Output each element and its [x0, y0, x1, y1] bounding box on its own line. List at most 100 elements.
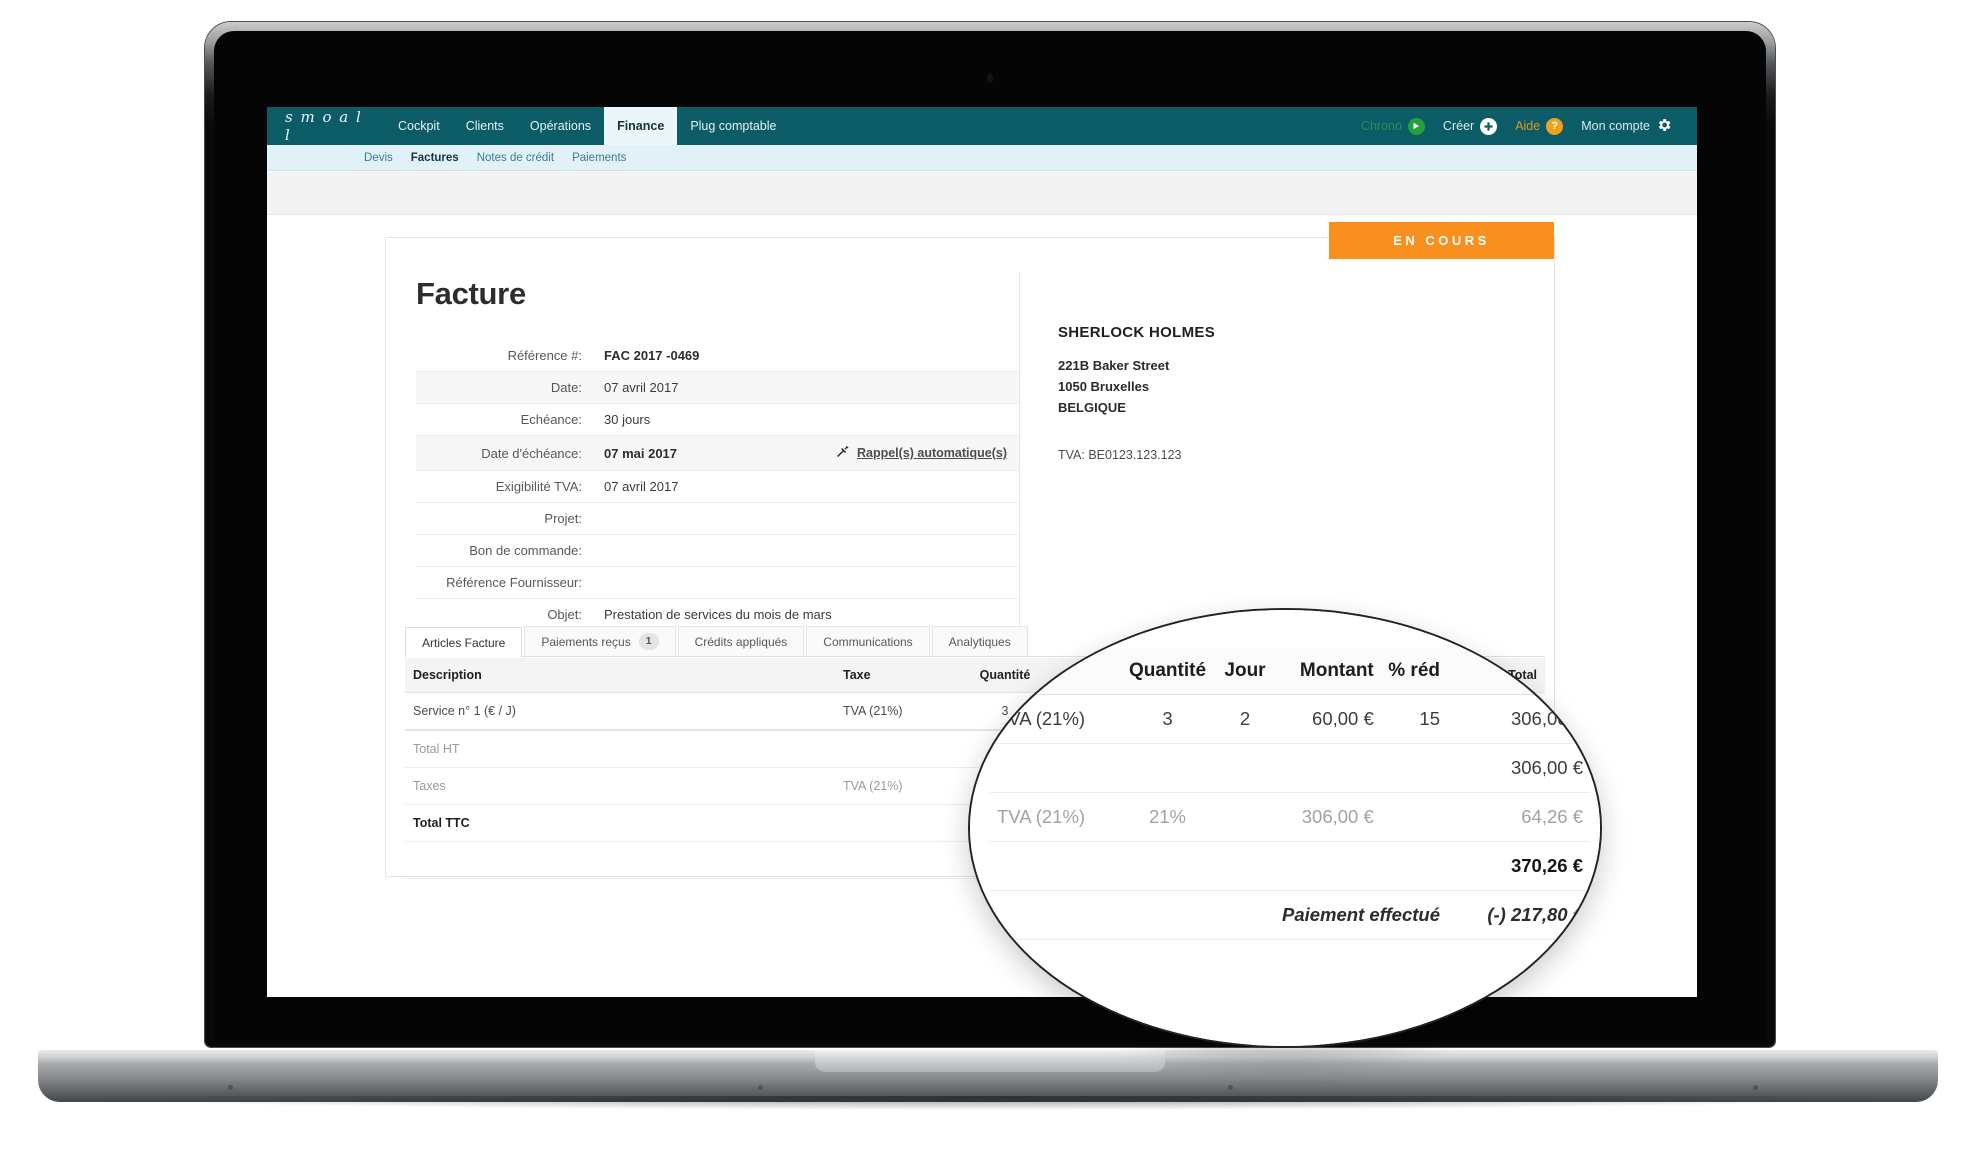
sub-navigation-bar: Devis Factures Notes de crédit Paiements — [267, 145, 1697, 171]
nav-item-finance[interactable]: Finance — [604, 107, 678, 145]
base-dot-2 — [758, 1085, 763, 1090]
screenshot-stage: s m o a l l Cockpit Clients Opérations F… — [0, 0, 1980, 1156]
question-icon: ? — [1546, 117, 1564, 135]
field-value-projet[interactable] — [588, 503, 1019, 535]
magnified-payment-label: Paiement effectué — [1275, 890, 1447, 940]
subnav-item-paiements[interactable]: Paiements — [563, 152, 635, 164]
magnified-col-montant: Montant — [1275, 648, 1381, 695]
field-label-exigibilite-tva: Exigibilité TVA: — [495, 479, 582, 494]
field-label-date-echeance: Date d'échéance: — [481, 445, 582, 461]
magnified-grandtotal-blank-4 — [1275, 841, 1381, 891]
field-label-bon-de-commande: Bon de commande: — [469, 543, 582, 558]
subnav-item-factures[interactable]: Factures — [402, 152, 468, 164]
magnified-tax-rate: 21% — [1120, 792, 1215, 842]
field-label-reference-fournisseur: Référence Fournisseur: — [446, 575, 582, 590]
base-dot-4 — [1753, 1085, 1758, 1090]
tab-label-paiements-recus: Paiements reçus — [541, 634, 631, 649]
magnified-tax-label: TVA (21%) — [990, 792, 1120, 842]
gear-icon — [1656, 117, 1672, 136]
magnified-col-total: Total — [1447, 648, 1590, 695]
summary-taxe-taxes: TVA (21%) — [835, 767, 955, 805]
base-dot-1 — [228, 1085, 233, 1090]
magnified-subtotal-blank-3 — [1215, 743, 1275, 793]
tab-articles-facture[interactable]: Articles Facture — [405, 627, 523, 657]
summary-label-paiement — [405, 841, 835, 879]
client-address: 221B Baker Street 1050 Bruxelles BELGIQU… — [1058, 355, 1554, 418]
field-row-date-echeance: Date d'échéance: 07 mai 2017 Rappel(s) a… — [416, 435, 1019, 471]
tab-label-communications: Communications — [823, 634, 913, 649]
magnified-cell-total: 306,00 € — [1447, 694, 1590, 744]
magnified-grandtotal-blank-1 — [990, 841, 1120, 891]
field-row-projet: Projet: — [416, 503, 1019, 535]
automatic-reminder-link[interactable]: Rappel(s) automatique(s) — [835, 444, 1013, 462]
magnified-col-reduction: % réd — [1380, 648, 1447, 695]
magnified-payment-blank-2 — [1120, 890, 1215, 940]
magnified-col-quantite: Quantité — [1120, 648, 1215, 695]
magnified-grandtotal-blank-3 — [1215, 841, 1275, 891]
help-button[interactable]: Aide ? — [1506, 117, 1572, 135]
reminder-link-text[interactable]: Rappel(s) automatique(s) — [857, 446, 1007, 460]
field-value-reference: FAC 2017 -0469 — [604, 348, 700, 363]
tab-communications[interactable]: Communications — [806, 626, 930, 656]
magnifier-lens: Taxe Quantité Jour Montant % réd Total T… — [968, 608, 1602, 1048]
magnified-cell-montant: 60,00 € — [1275, 694, 1381, 744]
summary-label-total-ttc: Total TTC — [405, 804, 835, 842]
magnified-col-jour: Jour — [1215, 648, 1275, 695]
status-badge: EN COURS — [1329, 222, 1554, 259]
client-address-line-3: BELGIQUE — [1058, 400, 1126, 416]
toolbar-strip — [267, 172, 1697, 215]
magnified-subtotal-blank-4 — [1275, 743, 1381, 793]
hammer-icon — [835, 444, 850, 462]
nav-item-operations[interactable]: Opérations — [517, 107, 604, 145]
field-label-echeance: Echéance: — [520, 412, 582, 427]
col-header-description: Description — [405, 658, 835, 693]
magnified-cell-reduction: 15 — [1380, 694, 1447, 744]
magnified-subtotal-blank-1 — [990, 743, 1120, 793]
tab-label-credits-appliques: Crédits appliqués — [694, 634, 788, 649]
base-dot-3 — [1228, 1085, 1233, 1090]
account-button[interactable]: Mon compte — [1572, 117, 1681, 136]
magnified-grandtotal-blank-5 — [1380, 841, 1447, 891]
invoice-details-column: Facture Référence #: FAC 2017 -0469 Date… — [386, 238, 1019, 652]
tab-credits-appliques[interactable]: Crédits appliqués — [677, 626, 805, 656]
summary-taxe-paiement — [835, 841, 955, 879]
main-nav-links: Cockpit Clients Opérations Finance Plug … — [385, 107, 789, 145]
summary-taxe-total-ht — [835, 729, 955, 768]
field-row-echeance: Echéance: 30 jours — [416, 404, 1019, 436]
help-label: Aide — [1515, 119, 1541, 133]
chrono-button[interactable]: Chrono — [1352, 117, 1434, 135]
field-value-date: 07 avril 2017 — [604, 380, 679, 395]
magnified-header-row: Taxe Quantité Jour Montant % réd Total — [990, 648, 1590, 695]
magnified-subtotal-blank-5 — [1380, 743, 1447, 793]
client-column: SHERLOCK HOLMES 221B Baker Street 1050 B… — [1019, 272, 1554, 652]
magnified-col-taxe: Taxe — [990, 648, 1120, 695]
field-value-reference-fournisseur[interactable] — [588, 567, 1019, 599]
magnified-subtotal-blank-2 — [1120, 743, 1215, 793]
subnav-item-notes-de-credit[interactable]: Notes de crédit — [468, 152, 563, 164]
magnified-cell-taxe: TVA (21%) — [990, 694, 1120, 744]
summary-label-taxes: Taxes — [405, 767, 835, 805]
invoice-card-columns: Facture Référence #: FAC 2017 -0469 Date… — [386, 238, 1554, 652]
play-icon — [1407, 117, 1425, 135]
nav-item-plug-comptable[interactable]: Plug comptable — [677, 107, 789, 145]
nav-right-actions: Chrono Créer Aide ? Mon compte — [1352, 107, 1697, 145]
create-button[interactable]: Créer — [1434, 117, 1506, 135]
laptop-base-notch — [815, 1050, 1165, 1072]
col-header-taxe: Taxe — [835, 658, 955, 693]
field-row-reference-fournisseur: Référence Fournisseur: — [416, 567, 1019, 599]
laptop-drop-shadow — [60, 1096, 1920, 1110]
field-row-exigibilite-tva: Exigibilité TVA: 07 avril 2017 — [416, 471, 1019, 503]
app-logo[interactable]: s m o a l l — [285, 108, 363, 144]
field-value-bon-de-commande[interactable] — [588, 535, 1019, 567]
client-name: SHERLOCK HOLMES — [1058, 324, 1216, 341]
magnified-payment-row: Paiement effectué (-) 217,80 € — [990, 890, 1590, 940]
webcam-icon — [986, 73, 994, 83]
page-title: Facture — [416, 276, 526, 311]
nav-item-cockpit[interactable]: Cockpit — [385, 107, 453, 145]
magnified-tax-total: 64,26 € — [1447, 792, 1590, 842]
subnav-item-devis[interactable]: Devis — [355, 152, 402, 164]
tab-paiements-recus[interactable]: Paiements reçus 1 — [524, 626, 676, 656]
nav-item-clients[interactable]: Clients — [453, 107, 517, 145]
field-value-exigibilite-tva: 07 avril 2017 — [604, 479, 679, 494]
cell-taxe: TVA (21%) — [835, 692, 955, 731]
